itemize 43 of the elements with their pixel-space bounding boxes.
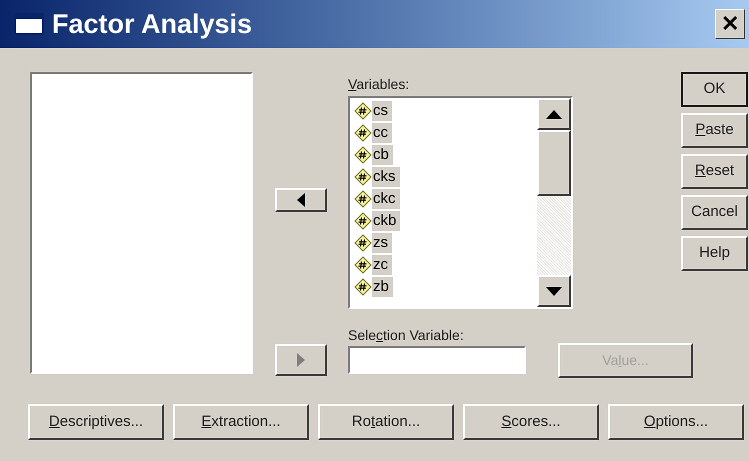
scroll-up-button[interactable] (537, 98, 571, 130)
numeric-variable-icon (354, 212, 372, 230)
dialog-button[interactable]: Reset (681, 154, 748, 189)
list-item[interactable]: zc (372, 255, 392, 275)
numeric-variable-icon (354, 256, 372, 274)
list-item[interactable]: cc (372, 123, 392, 143)
window-title: Factor Analysis (52, 8, 254, 41)
dialog-button[interactable]: Paste (681, 113, 748, 148)
move-button[interactable] (274, 188, 326, 212)
close-button[interactable]: ✕ (715, 9, 745, 39)
dialog-button[interactable]: Rotation... (318, 404, 454, 440)
scroll-thumb[interactable] (537, 130, 571, 196)
numeric-variable-icon (354, 168, 372, 186)
dialog-button[interactable]: Help (681, 236, 748, 271)
numeric-variable-icon (354, 124, 372, 142)
numeric-variable-icon (354, 146, 372, 164)
numeric-variable-icon (354, 278, 372, 296)
dialog-button[interactable]: Cancel (681, 195, 748, 230)
scroll-down-button[interactable] (537, 275, 571, 307)
variables-label: Variables: (348, 75, 410, 94)
selection-variable-label: Selection Variable: (348, 326, 465, 345)
list-item[interactable]: ckc (372, 189, 400, 209)
dialog-button[interactable]: Scores... (463, 404, 599, 440)
scrollbar[interactable] (537, 98, 571, 307)
dialog-button[interactable]: Extraction... (173, 404, 309, 440)
numeric-variable-icon (354, 102, 372, 120)
numeric-variable-icon (354, 234, 372, 252)
list-item[interactable]: cs (372, 101, 392, 121)
up-triangle-icon (546, 110, 562, 118)
list-item[interactable]: zb (372, 277, 393, 297)
right-triangle-icon (296, 353, 304, 367)
list-item[interactable]: cb (372, 145, 393, 165)
dialog-button[interactable]: Descriptives... (28, 404, 164, 440)
dialog-button[interactable]: OK (681, 72, 748, 107)
window-icon (14, 13, 44, 35)
selection-variable-field[interactable] (348, 346, 526, 374)
left-triangle-icon (296, 193, 304, 207)
list-item[interactable]: cks (372, 167, 400, 187)
list-item[interactable]: zs (372, 233, 392, 253)
numeric-variable-icon (354, 190, 372, 208)
dialog-button[interactable]: Options... (608, 404, 744, 440)
list-item[interactable]: ckb (372, 211, 400, 231)
down-triangle-icon (546, 286, 562, 296)
